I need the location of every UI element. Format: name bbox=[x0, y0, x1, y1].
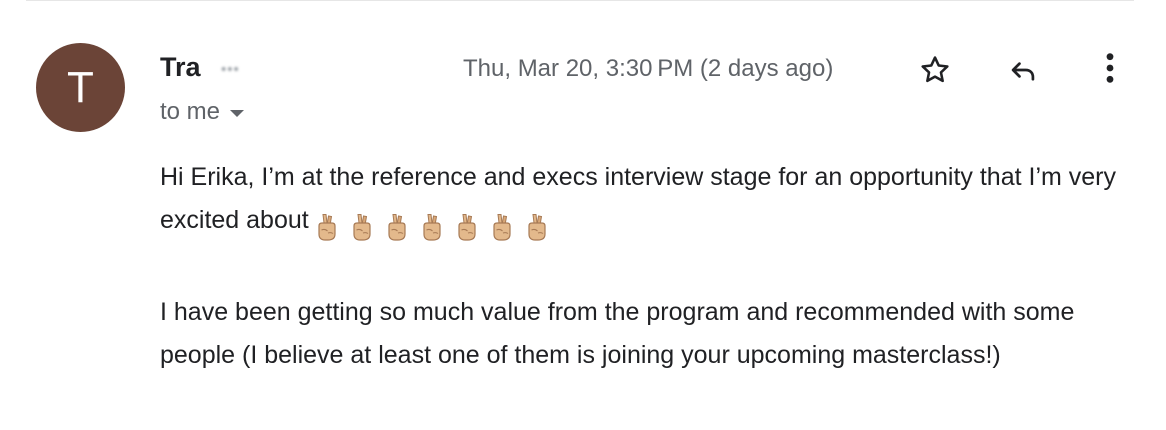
crossed-fingers-emoji bbox=[493, 214, 511, 241]
reply-icon bbox=[1011, 62, 1035, 81]
reply-button[interactable] bbox=[1003, 50, 1043, 90]
recipient-label: to me bbox=[160, 98, 221, 125]
crossed-fingers-emoji-group bbox=[311, 205, 556, 248]
message-paragraph: Hi Erika, I’m at the reference and execs… bbox=[160, 156, 1150, 248]
crossed-fingers-emoji bbox=[528, 214, 546, 241]
crossed-fingers-emoji bbox=[318, 214, 336, 241]
star-icon bbox=[921, 56, 949, 83]
crossed-fingers-emoji bbox=[423, 214, 441, 241]
sender-name[interactable]: Tra bbox=[160, 52, 201, 83]
sender-avatar[interactable]: T bbox=[36, 43, 125, 132]
message-timestamp: Thu, Mar 20, 3:30 PM (2 days ago) bbox=[463, 55, 834, 82]
crossed-fingers-emoji bbox=[353, 214, 371, 241]
paragraph-text: Hi Erika, I’m at the reference and execs… bbox=[160, 163, 1116, 234]
sender-email-redacted: ••• bbox=[221, 61, 240, 78]
message-paragraph: I have been getting so much value from t… bbox=[160, 291, 1150, 377]
recipient-details-toggle[interactable]: to me bbox=[160, 98, 245, 126]
caret-down-icon bbox=[230, 110, 245, 117]
more-vert-icon bbox=[1106, 53, 1114, 83]
paragraph-text: I have been getting so much value from t… bbox=[160, 298, 1075, 369]
crossed-fingers-emoji bbox=[388, 214, 406, 241]
more-options-button[interactable] bbox=[1090, 48, 1130, 88]
top-divider bbox=[26, 0, 1134, 1]
star-button[interactable] bbox=[915, 50, 955, 90]
message-body: Hi Erika, I’m at the reference and execs… bbox=[160, 156, 1150, 377]
crossed-fingers-emoji bbox=[458, 214, 476, 241]
